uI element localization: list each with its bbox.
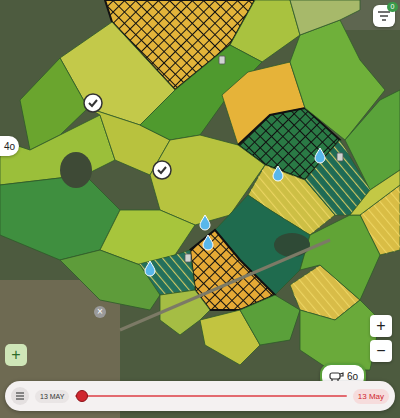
water-drop-icon[interactable] (200, 215, 210, 230)
water-drop-icon[interactable] (273, 166, 283, 181)
field[interactable] (300, 300, 380, 370)
start-date: 13 MAY (35, 390, 69, 403)
add-button[interactable]: + (5, 344, 27, 366)
field[interactable] (300, 215, 380, 300)
cow-icon (328, 371, 344, 382)
pond (60, 152, 92, 188)
pond (274, 233, 310, 257)
track-line (75, 395, 346, 397)
check-icon[interactable] (153, 161, 171, 179)
zoom-controls: + − (370, 315, 392, 362)
field[interactable] (240, 295, 300, 345)
zoom-out-button[interactable]: − (370, 340, 392, 362)
sensor-icon[interactable] (185, 254, 191, 262)
water-drop-icon[interactable] (315, 148, 325, 163)
field[interactable] (60, 250, 160, 310)
sensor-icon[interactable] (337, 153, 343, 161)
filter-icon (378, 11, 390, 21)
field[interactable] (160, 290, 210, 335)
field-map[interactable] (0, 0, 400, 418)
timeline-thumb[interactable] (76, 390, 88, 402)
field[interactable] (290, 0, 360, 35)
play-button[interactable] (11, 387, 29, 405)
field[interactable] (350, 170, 400, 215)
timeline-track[interactable] (75, 389, 346, 403)
road (120, 240, 330, 330)
timeline-bar: 13 MAY 13 May (5, 381, 395, 411)
filter-button[interactable]: 0 (373, 5, 395, 27)
close-marker[interactable]: × (94, 306, 106, 318)
sensor-icon[interactable] (219, 56, 225, 64)
herd-count: 6o (347, 371, 358, 382)
check-icon[interactable] (84, 94, 102, 112)
water-drop-icon[interactable] (203, 235, 213, 250)
water-drop-icon[interactable] (145, 261, 155, 276)
herd-count: 4o (4, 141, 15, 152)
end-date: 13 May (353, 389, 389, 404)
zoom-in-button[interactable]: + (370, 315, 392, 337)
filter-badge: 0 (387, 2, 398, 12)
map-screen: 0 4o 6o × + − + 13 MAY 13 May (0, 0, 400, 418)
satellite-ground (0, 0, 400, 418)
menu-icon (16, 392, 24, 400)
